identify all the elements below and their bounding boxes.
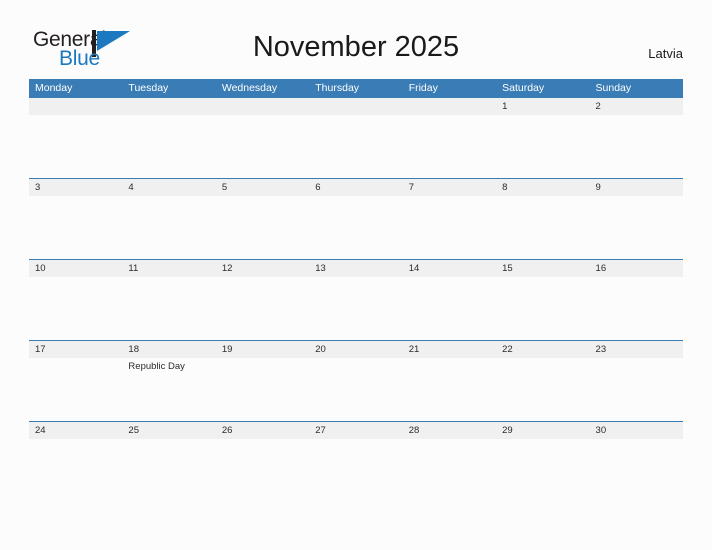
day-event[interactable] — [403, 358, 496, 420]
weekday-header-friday: Friday — [408, 82, 438, 94]
week-date-band: 17 18 19 20 21 22 23 — [29, 341, 683, 358]
day-number[interactable]: 18 — [122, 341, 215, 358]
day-number[interactable]: 21 — [403, 341, 496, 358]
day-event[interactable] — [216, 196, 309, 258]
day-event[interactable] — [216, 439, 309, 501]
day-event[interactable] — [309, 277, 402, 339]
day-event[interactable] — [590, 358, 683, 420]
day-number[interactable]: 26 — [216, 422, 309, 439]
day-event[interactable] — [29, 196, 122, 258]
day-event[interactable] — [496, 439, 589, 501]
day-number[interactable]: 10 — [29, 260, 122, 277]
week-event-band — [29, 277, 683, 339]
calendar-page: General Blue November 2025 Latvia Monday… — [0, 0, 712, 550]
day-event[interactable] — [216, 358, 309, 420]
day-event[interactable] — [496, 196, 589, 258]
day-event[interactable] — [309, 115, 402, 177]
day-event[interactable] — [590, 439, 683, 501]
day-number[interactable]: 22 — [496, 341, 589, 358]
day-number[interactable] — [403, 98, 496, 115]
week-event-band — [29, 439, 683, 501]
week-date-band: 10 11 12 13 14 15 16 — [29, 260, 683, 277]
day-event[interactable] — [309, 358, 402, 420]
week-event-band — [29, 115, 683, 177]
week-date-band: 24 25 26 27 28 29 30 — [29, 422, 683, 439]
day-event[interactable] — [403, 196, 496, 258]
day-number[interactable] — [216, 98, 309, 115]
day-event[interactable] — [403, 115, 496, 177]
day-number[interactable]: 27 — [309, 422, 402, 439]
week-date-band: 1 2 — [29, 98, 683, 115]
week-row: 3 4 5 6 7 8 9 — [29, 178, 683, 259]
day-number[interactable]: 17 — [29, 341, 122, 358]
day-event[interactable] — [216, 115, 309, 177]
day-event[interactable] — [122, 196, 215, 258]
day-number[interactable]: 13 — [309, 260, 402, 277]
day-number[interactable]: 24 — [29, 422, 122, 439]
week-event-band: Republic Day — [29, 358, 683, 420]
week-row: 10 11 12 13 14 15 16 — [29, 259, 683, 340]
day-number[interactable]: 12 — [216, 260, 309, 277]
day-number[interactable]: 6 — [309, 179, 402, 196]
weekday-header-row: Monday Tuesday Wednesday Thursday Friday… — [29, 79, 683, 97]
week-date-band: 3 4 5 6 7 8 9 — [29, 179, 683, 196]
day-event[interactable] — [29, 358, 122, 420]
day-event[interactable] — [122, 115, 215, 177]
day-number[interactable]: 30 — [590, 422, 683, 439]
week-row: 1 2 — [29, 97, 683, 178]
day-event[interactable] — [29, 439, 122, 501]
day-number[interactable]: 19 — [216, 341, 309, 358]
day-number[interactable]: 20 — [309, 341, 402, 358]
page-header: General Blue November 2025 Latvia — [0, 0, 712, 70]
weekday-header-saturday: Saturday — [502, 82, 545, 94]
day-number[interactable]: 28 — [403, 422, 496, 439]
page-title: November 2025 — [252, 31, 460, 63]
day-number[interactable]: 9 — [590, 179, 683, 196]
day-number[interactable]: 25 — [122, 422, 215, 439]
day-number[interactable]: 7 — [403, 179, 496, 196]
calendar-grid: Monday Tuesday Wednesday Thursday Friday… — [29, 79, 683, 502]
day-number[interactable]: 16 — [590, 260, 683, 277]
day-event[interactable] — [403, 277, 496, 339]
day-event[interactable]: Republic Day — [122, 358, 215, 420]
weekday-header-sunday: Sunday — [595, 82, 632, 94]
day-event[interactable] — [309, 196, 402, 258]
day-event[interactable] — [403, 439, 496, 501]
day-number[interactable]: 8 — [496, 179, 589, 196]
weekday-header-wednesday: Wednesday — [221, 82, 278, 94]
country-label: Latvia — [648, 46, 683, 61]
day-event[interactable] — [496, 358, 589, 420]
day-number[interactable]: 23 — [590, 341, 683, 358]
day-event[interactable] — [590, 277, 683, 339]
day-event[interactable] — [590, 196, 683, 258]
day-number[interactable]: 5 — [216, 179, 309, 196]
week-row: 24 25 26 27 28 29 30 — [29, 421, 683, 502]
day-number[interactable] — [122, 98, 215, 115]
day-event[interactable] — [496, 277, 589, 339]
day-number[interactable] — [29, 98, 122, 115]
day-event[interactable] — [122, 277, 215, 339]
weekday-header-monday: Monday — [35, 82, 73, 94]
day-number[interactable]: 14 — [403, 260, 496, 277]
week-row: 17 18 19 20 21 22 23 Republic Day — [29, 340, 683, 421]
weekday-header-tuesday: Tuesday — [128, 82, 169, 94]
day-number[interactable]: 15 — [496, 260, 589, 277]
day-event[interactable] — [216, 277, 309, 339]
day-number[interactable] — [309, 98, 402, 115]
day-number[interactable]: 11 — [122, 260, 215, 277]
day-event[interactable] — [122, 439, 215, 501]
weekday-header-thursday: Thursday — [315, 82, 360, 94]
day-event[interactable] — [29, 115, 122, 177]
day-event[interactable] — [29, 277, 122, 339]
day-number[interactable]: 4 — [122, 179, 215, 196]
day-number[interactable]: 2 — [590, 98, 683, 115]
day-event[interactable] — [496, 115, 589, 177]
day-number[interactable]: 29 — [496, 422, 589, 439]
week-event-band — [29, 196, 683, 258]
day-event[interactable] — [590, 115, 683, 177]
day-event[interactable] — [309, 439, 402, 501]
day-number[interactable]: 1 — [496, 98, 589, 115]
day-number[interactable]: 3 — [29, 179, 122, 196]
